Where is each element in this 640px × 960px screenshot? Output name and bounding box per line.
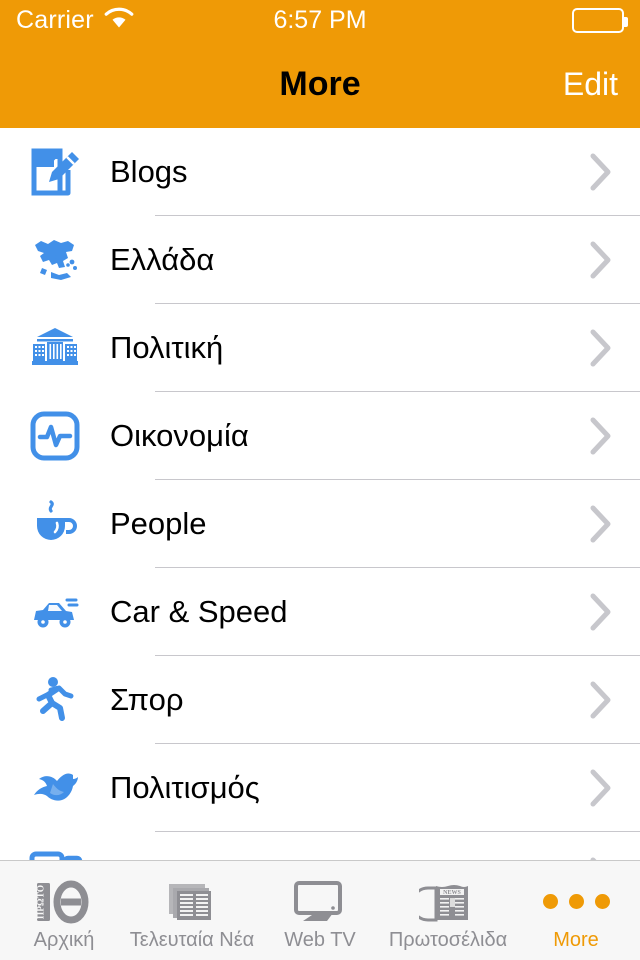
chevron-right-icon — [590, 505, 612, 543]
chevron-right-icon — [590, 153, 612, 191]
status-bar-right — [572, 7, 628, 33]
tab-label: Πρωτοσέλιδα — [388, 928, 508, 951]
carrier-label: Carrier — [16, 5, 94, 34]
app-root: Carrier 6:57 PM More Edit Blogs Ελλάδα Π… — [0, 0, 640, 960]
tab-label: Αρχική — [33, 928, 95, 951]
list-item-politismos[interactable]: Πολιτισμός — [0, 744, 640, 832]
list-item-ellada[interactable]: Ελλάδα — [0, 216, 640, 304]
list-item-blogs[interactable]: Blogs — [0, 128, 640, 216]
tab-label: More — [553, 928, 599, 951]
more-list[interactable]: Blogs Ελλάδα Πολιτική Οικονομία People C… — [0, 128, 640, 860]
list-item-spor[interactable]: Σπορ — [0, 656, 640, 744]
newspaper-stack-icon — [163, 878, 221, 926]
tv-monitor-icon — [291, 878, 349, 926]
chevron-right-icon — [590, 769, 612, 807]
parliament-building-icon — [0, 320, 110, 376]
chevron-right-icon — [590, 681, 612, 719]
list-item-partial[interactable] — [0, 832, 640, 860]
chevron-right-icon — [590, 329, 612, 367]
list-item-oikonomia[interactable]: Οικονομία — [0, 392, 640, 480]
tab-label: Τελευταία Νέα — [129, 928, 255, 951]
svg-text:NEWS: NEWS — [443, 890, 461, 896]
page-title: More — [279, 65, 361, 103]
list-item-label: Πολιτισμός — [110, 769, 260, 805]
chevron-right-icon — [590, 593, 612, 631]
tab-arxiki[interactable]: ΠΡΩΤΟ Αρχική — [0, 861, 128, 960]
navigation-bar: More Edit — [0, 40, 640, 128]
pulse-chart-icon — [0, 408, 110, 464]
tab-web-tv[interactable]: Web TV — [256, 861, 384, 960]
wifi-icon — [104, 7, 134, 34]
coffee-cup-icon — [0, 496, 110, 552]
list-item-label: Car & Speed — [110, 593, 288, 629]
chevron-right-icon — [590, 241, 612, 279]
list-item-people[interactable]: People — [0, 480, 640, 568]
dove-bird-icon — [0, 760, 110, 816]
chevron-right-icon — [590, 417, 612, 455]
list-item-label: Ελλάδα — [110, 241, 215, 277]
tab-teleftaia-nea[interactable]: Τελευταία Νέα — [128, 861, 256, 960]
list-item-label: Σπορ — [110, 681, 184, 717]
list-item-car-and-speed[interactable]: Car & Speed — [0, 568, 640, 656]
list-item-politiki[interactable]: Πολιτική — [0, 304, 640, 392]
tab-bar: ΠΡΩΤΟ Αρχική Τελευταία Νέα Web TV NEWS Π… — [0, 860, 640, 960]
status-bar-left: Carrier — [16, 7, 134, 34]
list-item-label: Blogs — [110, 153, 188, 189]
folded-newspaper-icon: NEWS — [419, 878, 477, 926]
list-item-label: People — [110, 505, 207, 541]
protothema-logo-icon: ΠΡΩΤΟ — [32, 878, 96, 926]
list-item-label: Οικονομία — [110, 417, 249, 453]
edit-button[interactable]: Edit — [563, 68, 618, 100]
media-screens-icon — [0, 848, 110, 860]
tab-protoselida[interactable]: NEWS Πρωτοσέλιδα — [384, 861, 512, 960]
status-bar: Carrier 6:57 PM — [0, 0, 640, 40]
tab-more[interactable]: More — [512, 861, 640, 960]
car-icon — [0, 584, 110, 640]
battery-full-icon — [572, 7, 628, 33]
svg-text:ΠΡΩΤΟ: ΠΡΩΤΟ — [37, 884, 47, 918]
three-dots-icon — [542, 878, 610, 926]
greece-map-icon — [0, 232, 110, 288]
running-person-icon — [0, 672, 110, 728]
list-item-label: Πολιτική — [110, 329, 224, 365]
tab-label: Web TV — [284, 928, 356, 951]
compose-document-pencil-icon — [0, 144, 110, 200]
